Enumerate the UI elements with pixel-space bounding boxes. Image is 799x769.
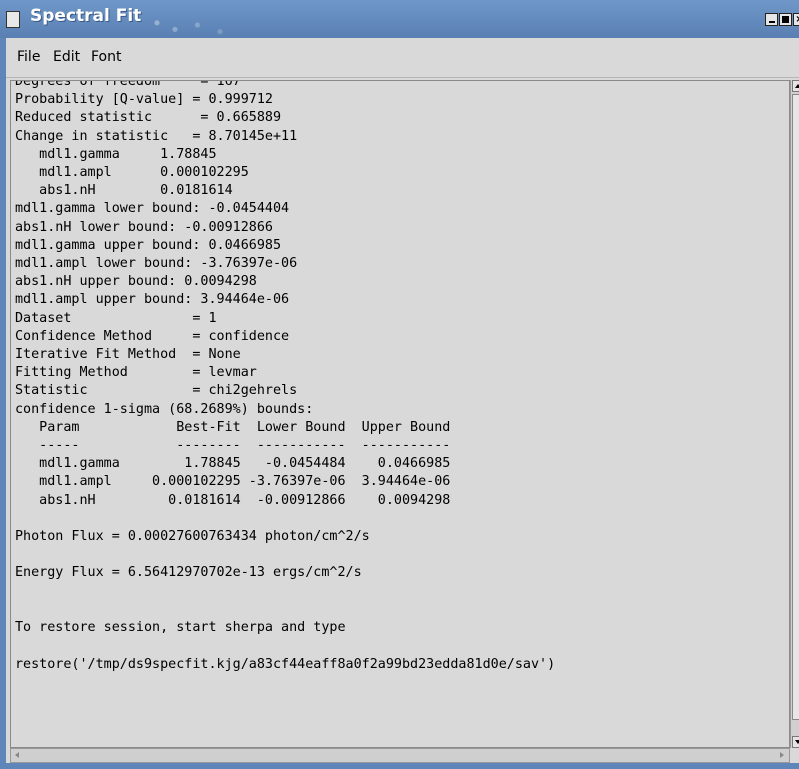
output-line: Reduced statistic = 0.665889 [15,110,282,126]
window-icon[interactable] [6,11,20,28]
output-line: abs1.nH 0.0181614 [15,183,233,199]
output-line: Probability [Q-value] = 0.999712 [15,92,273,108]
scroll-right-icon[interactable] [776,750,788,761]
window-title: Spectral Fit [30,6,142,26]
output-line: mdl1.ampl upper bound: 3.94464e-06 [15,292,290,308]
output-line: mdl1.gamma upper bound: 0.0466985 [15,237,282,253]
vertical-scrollbar[interactable] [790,80,799,748]
title-bar[interactable]: Spectral Fit × [0,0,799,38]
output-line: confidence 1-sigma (68.2689%) bounds: [15,401,314,417]
vertical-scroll-thumb[interactable] [792,94,799,720]
menu-file[interactable]: File [17,49,40,65]
title-decoration [148,14,238,36]
output-line: mdl1.ampl lower bound: -3.76397e-06 [15,256,298,272]
output-line: To restore session, start sherpa and typ… [15,620,346,636]
output-line: mdl1.ampl 0.000102295 [15,165,249,181]
scrollbar-corner [790,748,799,763]
output-line: Photon Flux = 0.00027600763434 photon/cm… [15,529,370,545]
scroll-down-icon[interactable] [792,736,799,748]
output-line: ----- -------- ----------- ----------- [15,438,451,454]
output-line: Energy Flux = 6.56412970702e-13 ergs/cm^… [15,565,362,581]
spectral-fit-window: Spectral Fit × File Edit Font Degrees of… [0,0,799,769]
output-line: Degrees of freedom = 167 [15,80,241,89]
scroll-up-icon[interactable] [792,80,799,92]
output-line: mdl1.gamma 1.78845 -0.0454484 0.0466985 [15,456,451,472]
output-line: Iterative Fit Method = None [15,347,241,363]
menu-edit[interactable]: Edit [53,49,80,65]
output-line: abs1.nH lower bound: -0.00912866 [15,219,273,235]
output-line: Fitting Method = levmar [15,365,257,381]
output-line: Confidence Method = confidence [15,328,290,344]
output-line: Param Best-Fit Lower Bound Upper Bound [15,419,451,435]
maximize-icon[interactable] [779,13,792,26]
output-line: restore('/tmp/ds9specfit.kjg/a83cf44eaff… [15,656,556,672]
close-icon[interactable]: × [793,13,799,26]
output-line: mdl1.ampl 0.000102295 -3.76397e-06 3.944… [15,474,451,490]
minimize-icon[interactable] [765,13,778,26]
output-text: Degrees of freedom = 167 Probability [Q-… [15,80,556,674]
menu-bar: File Edit Font [6,38,799,78]
output-line: abs1.nH 0.0181614 -0.00912866 0.0094298 [15,492,451,508]
output-text-area[interactable]: Degrees of freedom = 167 Probability [Q-… [10,80,790,748]
output-line: mdl1.gamma lower bound: -0.0454404 [15,201,290,217]
output-line: Change in statistic = 8.70145e+11 [15,128,298,144]
output-line: mdl1.gamma 1.78845 [15,146,217,162]
scroll-left-icon[interactable] [12,750,24,761]
menu-font[interactable]: Font [91,49,121,65]
output-line: abs1.nH upper bound: 0.0094298 [15,274,257,290]
output-line: Dataset = 1 [15,310,217,326]
output-line: Statistic = chi2gehrels [15,383,298,399]
horizontal-scrollbar[interactable] [10,748,790,763]
